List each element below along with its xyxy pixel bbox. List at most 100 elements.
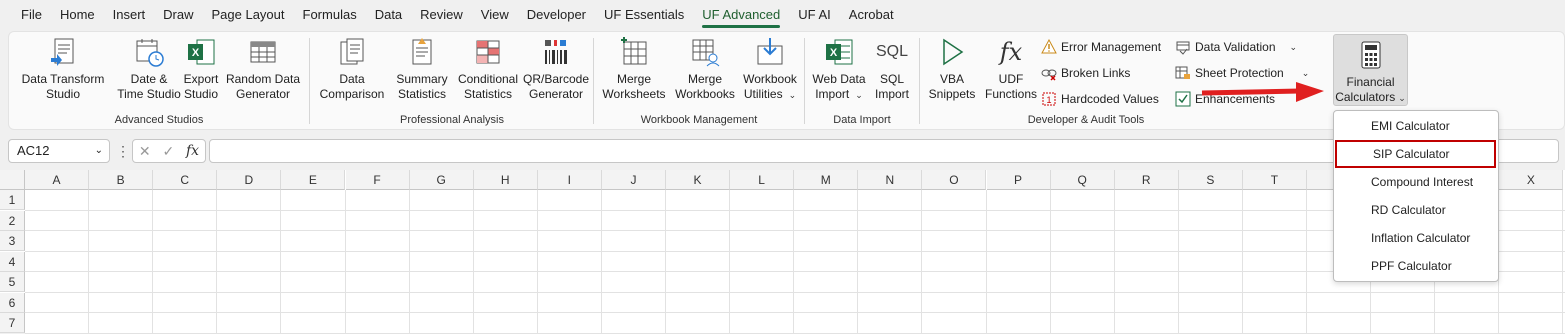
data-validation-button[interactable]: Data Validation ⌄ — [1175, 36, 1297, 58]
tab-view[interactable]: View — [472, 0, 518, 30]
utilities-label-2-with-caret: Utilities ⌄ — [739, 87, 801, 103]
broken-links-label: Broken Links — [1061, 66, 1131, 80]
row-header[interactable]: 5 — [0, 272, 25, 292]
merge-wb-label-1: Merge — [687, 72, 722, 86]
select-all-corner[interactable] — [0, 170, 25, 190]
column-header[interactable]: B — [89, 170, 154, 190]
column-header[interactable]: G — [409, 170, 474, 190]
tab-formulas[interactable]: Formulas — [294, 0, 366, 30]
column-header[interactable]: P — [986, 170, 1051, 190]
excel-web-icon: X — [826, 39, 853, 65]
group-workbook-management: Merge Worksheets Merge Workbooks Workboo… — [595, 32, 803, 129]
column-header[interactable]: M — [794, 170, 859, 190]
web-label-1: Web Data — [812, 72, 866, 86]
column-header[interactable]: N — [858, 170, 923, 190]
spreadsheet-grid[interactable]: ABCDEFGHIJKLMNOPQRSTUVWX1234567 — [0, 170, 1565, 334]
svg-text:1: 1 — [1046, 95, 1051, 105]
data-validation-icon — [1176, 41, 1190, 55]
data-transform-studio-button[interactable]: Data Transform Studio — [15, 36, 111, 102]
column-header[interactable]: F — [345, 170, 410, 190]
row-header[interactable]: 6 — [0, 292, 25, 313]
tab-data[interactable]: Data — [366, 0, 411, 30]
column-header[interactable]: H — [473, 170, 538, 190]
insert-function-icon[interactable]: fx — [186, 143, 199, 159]
column-header[interactable]: A — [25, 170, 90, 190]
row-header[interactable]: 4 — [0, 251, 25, 272]
tab-home[interactable]: Home — [51, 0, 104, 30]
random-data-generator-button[interactable]: Random Data Generator — [223, 36, 303, 102]
export-studio-button[interactable]: X Export Studio — [179, 36, 223, 102]
svg-text:X: X — [830, 47, 838, 59]
row-header[interactable]: 2 — [0, 210, 25, 231]
menu-item-compound-interest[interactable]: Compound Interest — [1334, 168, 1498, 196]
column-header[interactable]: I — [537, 170, 602, 190]
merge-workbooks-button[interactable]: Merge Workbooks — [673, 36, 737, 102]
column-header[interactable]: Q — [1050, 170, 1115, 190]
column-header[interactable]: T — [1242, 170, 1307, 190]
column-header[interactable]: X — [1499, 170, 1564, 190]
more-options-icon[interactable]: ⋮ — [116, 143, 130, 160]
tab-acrobat[interactable]: Acrobat — [840, 0, 903, 30]
vba-snippets-button[interactable]: VBA Snippets — [925, 36, 979, 102]
web-label-2: Import — [815, 87, 850, 101]
summary-statistics-button[interactable]: Summary Statistics — [389, 36, 455, 102]
merge-ws-label-1: Merge — [616, 72, 651, 86]
data-comparison-button[interactable]: Data Comparison — [317, 36, 387, 102]
calculator-icon — [1361, 41, 1380, 69]
chevron-down-icon: ⌄ — [788, 90, 797, 100]
vba-label-2: Snippets — [928, 87, 976, 101]
menu-item-sip-calculator[interactable]: SIP Calculator — [1335, 140, 1496, 168]
column-header[interactable]: C — [153, 170, 218, 190]
warning-icon — [1041, 39, 1057, 54]
column-header[interactable]: S — [1178, 170, 1243, 190]
tab-developer[interactable]: Developer — [518, 0, 595, 30]
tab-insert[interactable]: Insert — [104, 0, 155, 30]
export-label-2: Studio — [183, 87, 219, 101]
tab-file[interactable]: File — [12, 0, 51, 30]
row-header[interactable]: 3 — [0, 231, 25, 251]
qr-barcode-generator-button[interactable]: QR/Barcode Generator — [521, 36, 591, 102]
broken-link-icon — [1041, 69, 1057, 81]
tab-uf-essentials[interactable]: UF Essentials — [595, 0, 693, 30]
conditional-label-1: Conditional — [457, 72, 519, 86]
hardcoded-values-button[interactable]: 1 Hardcoded Values — [1041, 88, 1159, 110]
check-icon[interactable]: ✓ — [162, 143, 174, 160]
column-header[interactable]: R — [1114, 170, 1179, 190]
conditional-statistics-button[interactable]: Conditional Statistics — [455, 36, 521, 102]
error-management-button[interactable]: Error Management — [1041, 36, 1161, 58]
merge-wb-label-2: Workbooks — [675, 87, 735, 101]
financial-calculators-button[interactable]: Financial Calculators ⌄ — [1333, 34, 1408, 106]
menu-item-ppf-calculator[interactable]: PPF Calculator — [1334, 252, 1498, 280]
udf-functions-button[interactable]: fx UDF Functions — [981, 36, 1041, 102]
calendar-clock-icon — [136, 39, 164, 67]
sql-import-button[interactable]: SQL SQL Import — [870, 36, 914, 102]
menu-item-emi-calculator[interactable]: EMI Calculator — [1334, 112, 1498, 140]
column-header[interactable]: E — [281, 170, 346, 190]
tab-draw[interactable]: Draw — [154, 0, 202, 30]
tab-uf-ai[interactable]: UF AI — [789, 0, 840, 30]
hardcoded-values-label: Hardcoded Values — [1061, 92, 1159, 106]
column-header[interactable]: D — [217, 170, 282, 190]
row-header[interactable]: 7 — [0, 313, 25, 333]
tab-review[interactable]: Review — [411, 0, 472, 30]
date-time-studio-button[interactable]: Date & Time Studio — [115, 36, 183, 102]
tab-uf-advanced[interactable]: UF Advanced — [693, 0, 789, 30]
chevron-down-icon[interactable]: ⌄ — [1290, 42, 1298, 53]
column-header[interactable]: K — [666, 170, 731, 190]
cancel-icon[interactable]: ✕ — [139, 143, 151, 160]
broken-links-button[interactable]: Broken Links — [1041, 62, 1130, 84]
column-header[interactable]: O — [922, 170, 987, 190]
tab-page-layout[interactable]: Page Layout — [203, 0, 294, 30]
name-box-value: AC12 — [17, 143, 50, 158]
chevron-down-icon[interactable]: ⌄ — [95, 145, 103, 156]
column-header[interactable]: J — [601, 170, 666, 190]
workbook-utilities-button[interactable]: Workbook Utilities ⌄ — [739, 36, 801, 103]
merge-worksheets-button[interactable]: Merge Worksheets — [601, 36, 667, 102]
menu-item-rd-calculator[interactable]: RD Calculator — [1334, 196, 1498, 224]
menu-item-inflation-calculator[interactable]: Inflation Calculator — [1334, 224, 1498, 252]
name-box[interactable]: AC12 ⌄ — [8, 139, 110, 163]
chevron-down-icon[interactable]: ⌄ — [1302, 68, 1310, 79]
column-header[interactable]: L — [730, 170, 795, 190]
row-header[interactable]: 1 — [0, 190, 25, 210]
web-data-import-button[interactable]: X Web Data Import ⌄ — [810, 36, 868, 103]
